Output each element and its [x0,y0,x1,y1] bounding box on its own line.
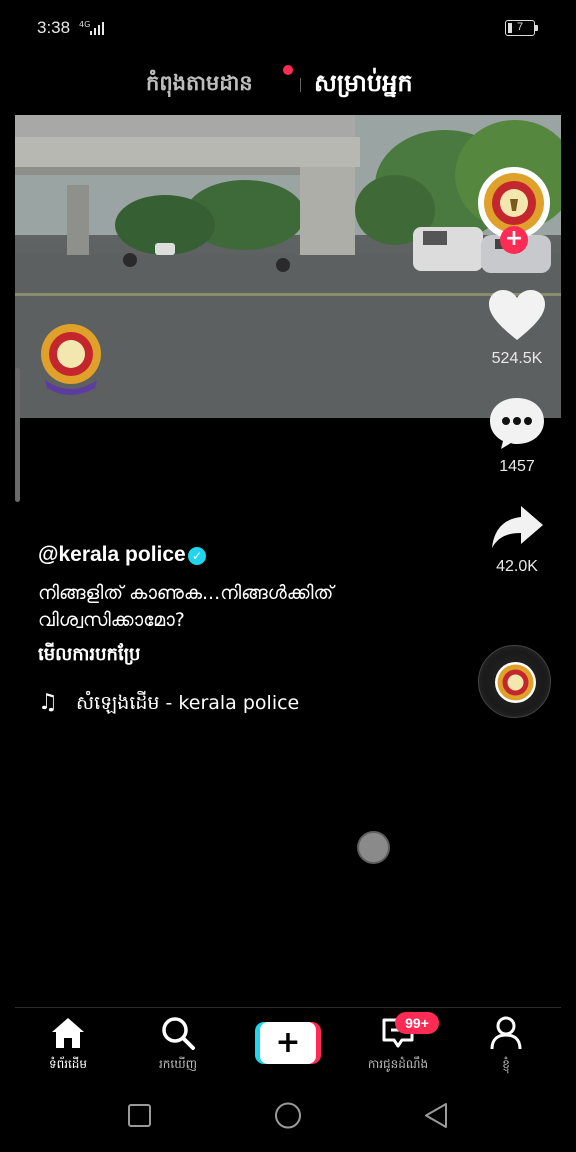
sound-info[interactable]: ♫ សំឡេងដើម - kerala police [38,690,299,719]
bottom-navigation: ទំព័រដើម រកឃើញ + ការជូនដំណឹង 99+ ខ្ញុំ [15,1007,561,1079]
signal-icon [90,21,106,35]
tab-divider [300,78,301,92]
inbox-badge: 99+ [395,1012,439,1034]
share-arrow-icon [492,506,543,548]
share-button[interactable]: 42.0K [478,504,556,576]
system-navigation-bar [0,1080,576,1152]
create-plus: + [260,1022,316,1064]
recent-apps-icon[interactable] [128,1104,151,1127]
scroll-indicator[interactable] [15,368,20,502]
nav-home[interactable]: ទំព័រដើម [28,1016,108,1074]
post-caption: നിങ്ങളിത് കാണുക...നിങ്ങൾക്കിത് വിശ്വസിക്… [38,582,334,631]
home-circle-icon[interactable] [275,1102,301,1129]
touch-indicator [357,831,390,864]
video-player[interactable] [15,115,561,418]
sound-title: សំឡេងដើម - kerala police [76,692,300,714]
music-note-icon: ♫ [38,690,58,715]
police-logo-watermark [37,322,105,398]
status-time: 3:38 [37,18,71,37]
tab-for-you[interactable]: សម្រាប់អ្នក [314,68,413,103]
author-username[interactable]: @kerala police [38,543,186,567]
home-icon [52,1018,84,1048]
like-button[interactable]: 524.5K [478,290,556,368]
battery-level: 7 [516,21,524,33]
nav-home-label: ទំព័រដើម [48,1057,88,1071]
heart-icon [489,290,545,340]
comment-count: 1457 [499,458,535,475]
battery-icon: 7 [505,20,535,36]
feed-tabs: កំពុងតាមដាន សម្រាប់អ្នក [0,64,576,108]
nav-discover[interactable]: រកឃើញ [138,1016,218,1074]
nav-discover-label: រកឃើញ [158,1057,198,1071]
person-icon [490,1016,522,1050]
create-button[interactable]: + [255,1022,321,1064]
nav-profile-label: ខ្ញុំ [502,1057,510,1071]
follow-button[interactable]: + [500,226,528,254]
search-icon [162,1017,195,1050]
tab-following[interactable]: កំពុងតាមដាន [146,70,253,101]
live-indicator-dot [283,65,293,75]
back-triangle-icon[interactable] [425,1103,447,1128]
share-count: 42.0K [496,558,538,575]
network-type: 4G [79,20,91,29]
verified-badge-icon: ✓ [188,547,206,565]
see-translation-link[interactable]: មើលការបកប្រែ [38,642,140,669]
nav-inbox-label: ការជូនដំណឹង [367,1057,429,1071]
nav-profile[interactable]: ខ្ញុំ [466,1016,546,1074]
comment-bubble-icon [490,398,544,449]
like-count: 524.5K [491,350,543,367]
sound-disc-emblem-icon [497,664,534,701]
sound-disc[interactable] [478,645,551,718]
comment-button[interactable]: 1457 [478,396,556,476]
status-bar: 3:38 4G 7 [0,0,576,58]
